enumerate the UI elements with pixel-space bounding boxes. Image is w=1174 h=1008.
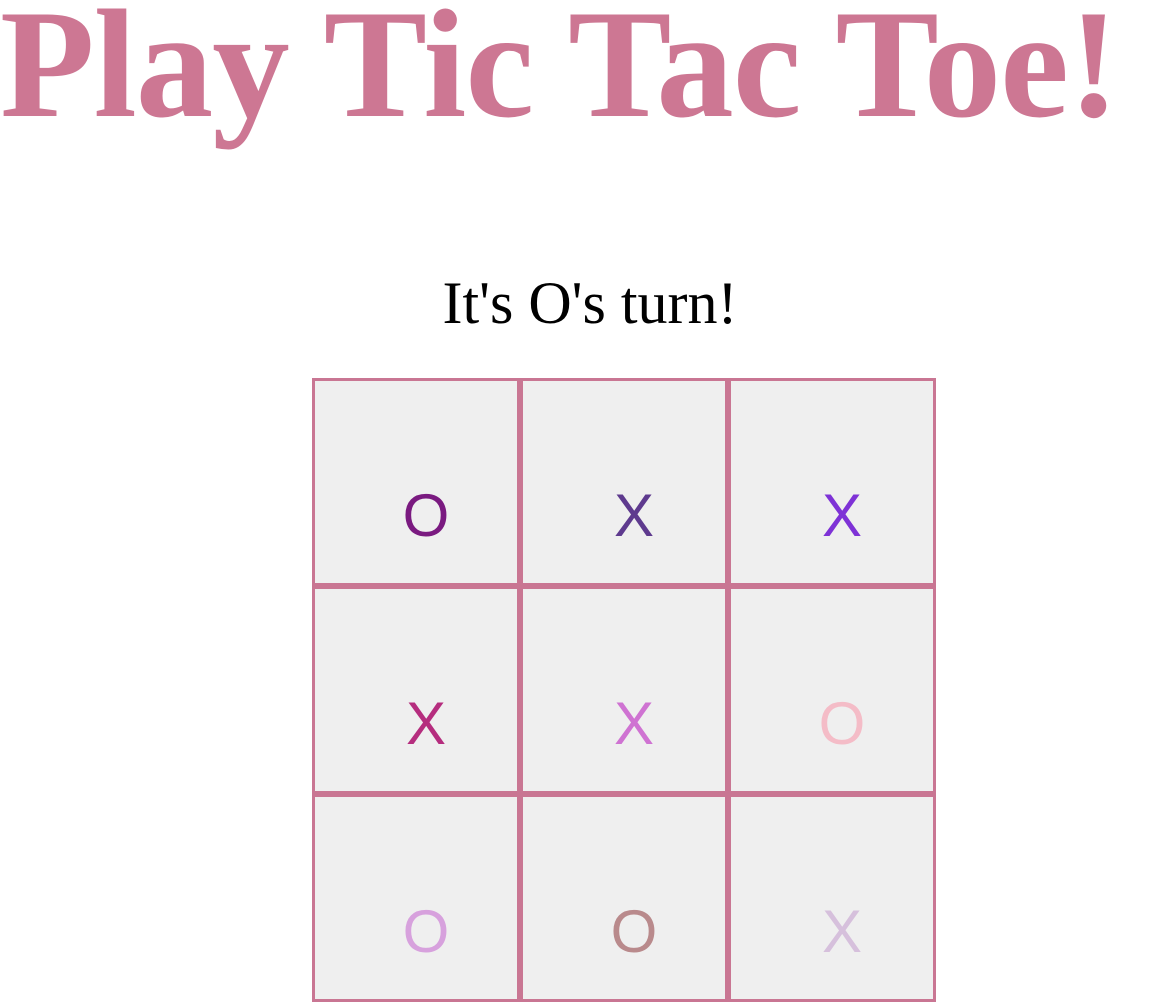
game-board: O X X X X O O O X — [312, 378, 936, 1002]
board-cell-3[interactable]: X — [731, 381, 933, 583]
turn-status: It's O's turn! — [442, 270, 738, 336]
cell-mark: O — [610, 898, 658, 965]
page-title: Play Tic Tac Toe! — [0, 0, 1120, 150]
cell-mark: X — [613, 482, 655, 549]
cell-mark: X — [405, 690, 447, 757]
board-cell-7[interactable]: O — [315, 797, 517, 999]
board-cell-6[interactable]: O — [731, 589, 933, 791]
board-cell-4[interactable]: X — [315, 589, 517, 791]
cell-mark: O — [818, 690, 866, 757]
cell-mark: X — [821, 898, 863, 965]
board-cell-5[interactable]: X — [523, 589, 725, 791]
cell-mark: X — [613, 690, 655, 757]
board-cell-8[interactable]: O — [523, 797, 725, 999]
board-cell-9[interactable]: X — [731, 797, 933, 999]
cell-mark: X — [821, 482, 863, 549]
board-cell-2[interactable]: X — [523, 381, 725, 583]
cell-mark: O — [402, 482, 450, 549]
cell-mark: O — [402, 898, 450, 965]
board-cell-1[interactable]: O — [315, 381, 517, 583]
